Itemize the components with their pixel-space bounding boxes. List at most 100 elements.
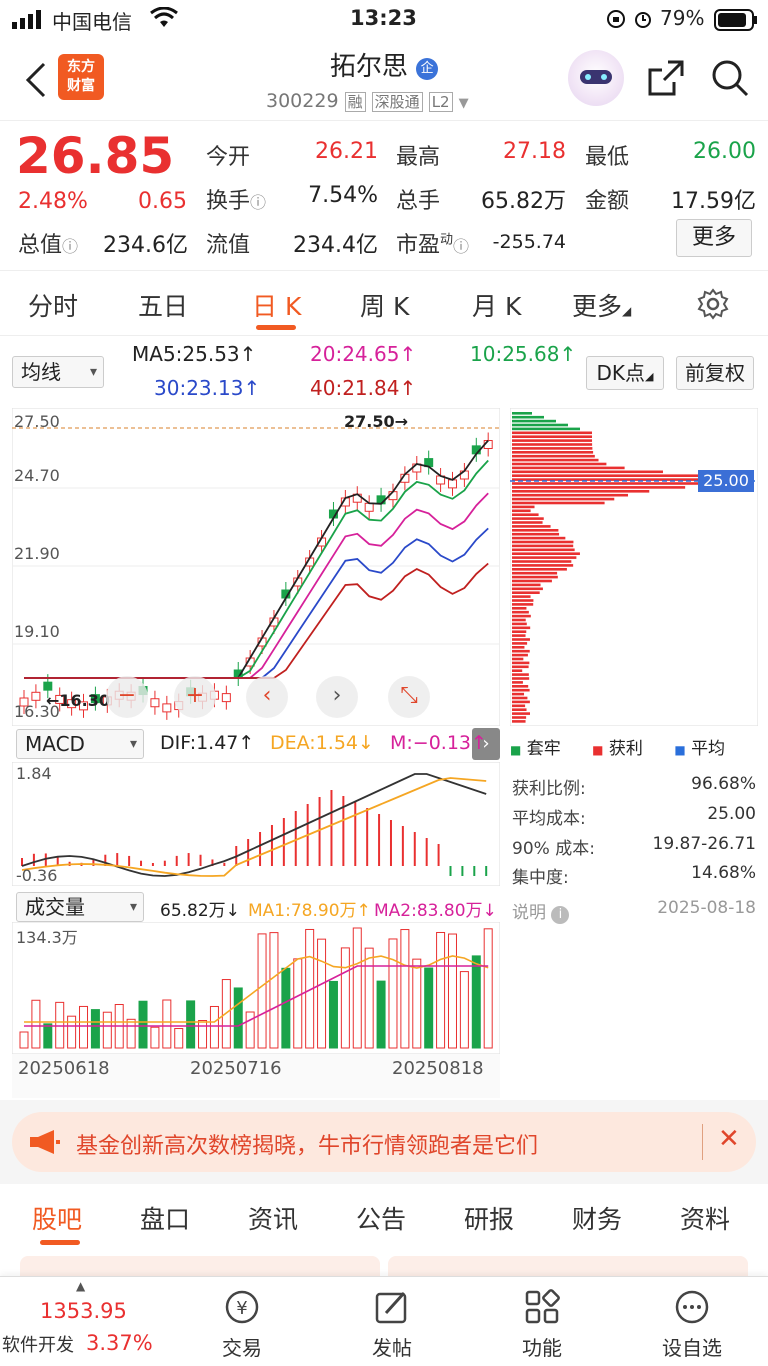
chip-bar xyxy=(512,626,531,630)
float-cap-value: 234.4亿 xyxy=(293,233,378,258)
svg-text:¥: ¥ xyxy=(236,1298,247,1319)
post-card-peek xyxy=(20,1256,380,1276)
more-button[interactable]: 更多 xyxy=(676,219,752,257)
nav-add-watchlist[interactable]: 设自选 xyxy=(642,1277,742,1361)
close-icon[interactable]: ✕ xyxy=(718,1124,740,1154)
settings-gear-icon[interactable] xyxy=(696,287,730,325)
volume-bar xyxy=(447,933,457,1049)
share-icon[interactable] xyxy=(646,58,686,102)
chip-bar xyxy=(512,493,629,497)
index-value[interactable]: 1353.95 xyxy=(40,1299,127,1323)
tab-announcements[interactable]: 公告 xyxy=(356,1200,406,1236)
ma5-value: MA5:25.53↑ xyxy=(132,342,257,366)
chip-bar xyxy=(512,439,593,442)
volume-label: 总手 xyxy=(396,189,441,214)
chip-bar xyxy=(512,517,544,520)
chip-bar xyxy=(512,579,552,583)
low-marker: ←16.30 xyxy=(46,691,111,710)
tab-research[interactable]: 研报 xyxy=(464,1200,514,1236)
chip-note[interactable]: 说明 i xyxy=(512,898,570,924)
volume-bar xyxy=(233,987,243,1049)
tab-profile[interactable]: 资料 xyxy=(680,1200,730,1236)
carrier: 中国电信 xyxy=(52,10,132,34)
tab-finance[interactable]: 财务 xyxy=(572,1200,622,1236)
macd-select[interactable]: MACD xyxy=(16,729,144,759)
macd-chart[interactable]: 1.84 -0.36 xyxy=(12,762,500,886)
chip-bar xyxy=(512,536,566,540)
tab-news[interactable]: 资讯 xyxy=(248,1200,298,1236)
battery-percent: 79% xyxy=(660,6,705,30)
chip-bar xyxy=(512,669,523,672)
pan-right-button[interactable]: › xyxy=(316,676,358,718)
chip-bar xyxy=(512,544,574,548)
profit-ratio-value: 96.68% xyxy=(691,774,756,794)
volume-bar xyxy=(388,938,398,1049)
chip-bar xyxy=(512,692,525,696)
chip-bar xyxy=(512,490,650,493)
m-value: M:−0.13↑ xyxy=(390,732,487,754)
y-label-4: 19.10 xyxy=(14,622,60,641)
float-cap-label: 流值 xyxy=(206,233,251,258)
vol-ma2: MA2:83.80万↓ xyxy=(374,901,497,921)
volume-select[interactable]: 成交量 xyxy=(16,892,144,922)
tab-daily-k[interactable]: 日 K xyxy=(252,287,301,323)
market-cap-label[interactable]: 总值ⓘ xyxy=(18,227,78,259)
chip-bar xyxy=(512,568,567,571)
chip-bar xyxy=(512,501,605,505)
nav-functions[interactable]: 功能 xyxy=(492,1277,592,1361)
nav-trade[interactable]: ¥ 交易 xyxy=(192,1277,292,1361)
macd-y-top: 1.84 xyxy=(16,764,52,783)
chip-bar xyxy=(512,638,530,641)
tab-pankou[interactable]: 盘口 xyxy=(140,1200,190,1236)
candle-body xyxy=(150,698,160,708)
legend-profit: 获利 xyxy=(608,739,643,759)
kline-chart[interactable]: 27.50 24.70 21.90 19.10 16.30 27.50→ ←16… xyxy=(12,408,500,726)
pan-left-button[interactable]: ‹ xyxy=(246,676,288,718)
chip-distribution: 25.00 xyxy=(510,408,758,726)
pe-value: -255.74 xyxy=(492,231,566,253)
chip-date: 2025-08-18 xyxy=(657,898,756,918)
fq-button[interactable]: 前复权 xyxy=(676,356,754,390)
chip-bar xyxy=(512,704,526,708)
volume-bar xyxy=(376,980,386,1049)
chip-bar xyxy=(512,509,531,513)
tab-timeshare[interactable]: 分时 xyxy=(28,287,78,323)
tag-connect: 深股通 xyxy=(371,92,423,112)
amount-value: 17.59亿 xyxy=(671,189,756,214)
tab-guba[interactable]: 股吧 xyxy=(32,1200,82,1236)
assistant-avatar-icon[interactable] xyxy=(568,50,624,106)
pe-label[interactable]: 市盈动ⓘ xyxy=(396,227,469,259)
dk-point-button[interactable]: DK点◢ xyxy=(586,356,664,390)
y-label-top: 27.50 xyxy=(14,412,60,431)
chip-bar xyxy=(512,685,529,688)
search-icon[interactable] xyxy=(710,58,750,102)
profit-ratio-label: 获利比例: xyxy=(512,779,586,799)
date-mid: 20250716 xyxy=(190,1058,282,1079)
turnover-label[interactable]: 换手ⓘ xyxy=(206,183,266,215)
tab-more[interactable]: 更多◢ xyxy=(572,287,631,323)
chip-bar xyxy=(512,575,558,579)
nav-post[interactable]: 发帖 xyxy=(342,1277,442,1361)
concentration-value: 14.68% xyxy=(691,863,756,883)
fullscreen-button[interactable]: ⤡ xyxy=(388,676,430,718)
chip-bar xyxy=(512,696,528,700)
volume-chart[interactable]: 134.3万 20250618 20250716 20250818 xyxy=(12,922,500,1098)
tab-weekly-k[interactable]: 周 K xyxy=(360,287,409,323)
volume-bar xyxy=(364,947,374,1049)
sector-name[interactable]: 软件开发 xyxy=(2,1331,74,1357)
zoom-out-button[interactable]: − xyxy=(106,676,148,718)
chip-bar xyxy=(512,443,593,446)
bottom-nav: ▲ 1353.95 软件开发 3.37% ¥ 交易 发帖 功能 设自选 xyxy=(0,1276,768,1366)
chip-bar xyxy=(512,708,527,711)
zoom-in-button[interactable]: + xyxy=(174,676,216,718)
promo-banner[interactable]: 基金创新高次数榜揭晓，牛市行情领跑者是它们 ✕ xyxy=(12,1112,756,1172)
stock-code-row: 300229 融 深股通 L2 ▼ xyxy=(266,90,469,112)
tab-monthly-k[interactable]: 月 K xyxy=(472,287,521,323)
chip-bar xyxy=(512,556,577,559)
tab-five-day[interactable]: 五日 xyxy=(138,287,188,323)
ma20-value: 20:24.65↑ xyxy=(310,342,417,366)
up-arrow-icon: ▲ xyxy=(76,1279,86,1293)
ma-select[interactable]: 均线 xyxy=(12,356,104,388)
vol-value: 65.82万↓ xyxy=(160,901,240,921)
chip-bar xyxy=(512,587,543,591)
